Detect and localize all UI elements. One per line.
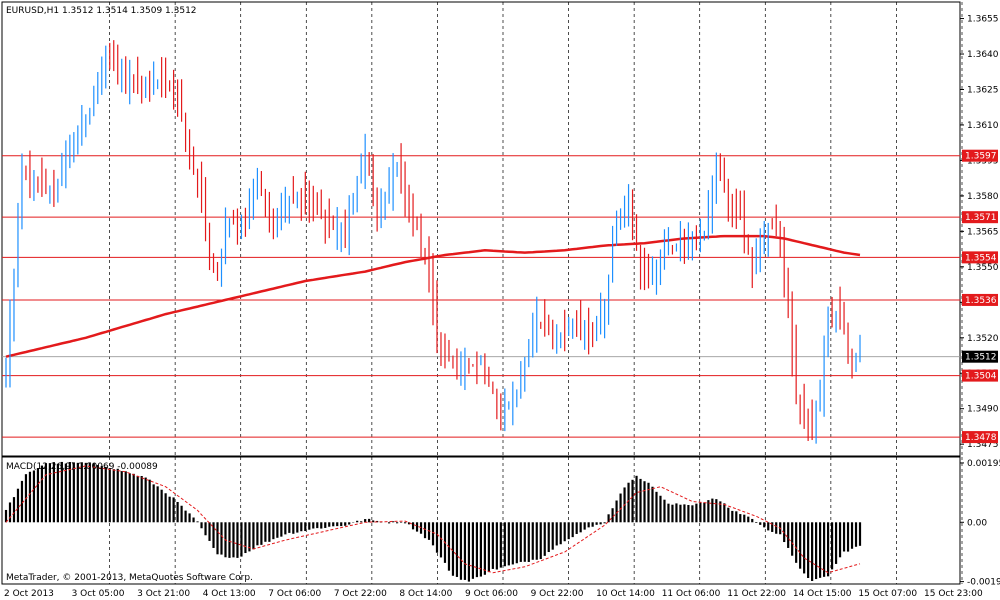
price-tick-label: 1.3565 [967,227,999,237]
time-tick-label: 11 Oct 22:00 [727,589,786,599]
macd-tick-label: 0.00195 [967,459,1000,469]
time-tick-label: 9 Oct 22:00 [531,589,584,599]
level-tag-label: 1.3478 [965,433,997,443]
price-tick-label: 1.3640 [967,50,999,60]
time-tick-label: 8 Oct 14:00 [399,589,452,599]
time-tick-label: 14 Oct 15:00 [793,589,852,599]
price-tick-label: 1.3520 [967,334,999,344]
price-tick-label: 1.3490 [967,405,999,415]
macd-tick-label: 0.00 [967,518,987,528]
macd-axis: 0.00195 0.00 -0.00199 [960,459,1000,588]
price-axis: 1.36551.36401.36251.36101.35951.35801.35… [960,15,999,450]
time-tick-label: 3 Oct 05:00 [72,589,125,599]
time-tick-label: 10 Oct 14:00 [596,589,655,599]
time-tick-label: 11 Oct 06:00 [662,589,721,599]
level-tag-label: 1.3554 [965,253,997,263]
price-tick-label: 1.3655 [967,15,999,25]
macd-tick-label: -0.00199 [967,578,1000,588]
macd-header: MACD(12,26,9) 0.00069 -0.00089 [6,462,158,472]
level-tag-label: 1.3536 [965,296,997,306]
price-tick-label: 1.3625 [967,85,999,95]
level-tag-label: 1.3504 [965,372,997,382]
time-tick-label: 4 Oct 13:00 [203,589,256,599]
time-tick-label: 7 Oct 06:00 [268,589,321,599]
price-tick-label: 1.3610 [967,121,999,131]
price-tick-label: 1.3550 [967,263,999,273]
eurusd-chart[interactable]: 1.36551.36401.36251.36101.35951.35801.35… [0,0,1000,600]
price-tick-label: 1.3580 [967,192,999,202]
level-tag-label: 1.3571 [965,213,997,223]
time-axis: 2 Oct 2013 3 Oct 05:00 3 Oct 21:00 4 Oct 13… [4,589,983,599]
time-tick-label: 2 Oct 2013 [4,589,54,599]
time-tick-label: 3 Oct 21:00 [137,589,190,599]
current-price-label: 1.3512 [965,353,997,363]
main-chart-panel[interactable] [1,1,961,457]
level-tag-label: 1.3597 [965,152,997,162]
chart-header: EURUSD,H1 1.3512 1.3514 1.3509 1.3512 [6,6,197,16]
time-tick-label: 7 Oct 22:00 [334,589,387,599]
time-tick-label: 9 Oct 06:00 [465,589,518,599]
copyright-watermark: MetaTrader, © 2001-2013, MetaQuotes Soft… [6,573,253,583]
time-tick-label: 15 Oct 23:00 [924,589,983,599]
time-tick-label: 15 Oct 07:00 [858,589,917,599]
